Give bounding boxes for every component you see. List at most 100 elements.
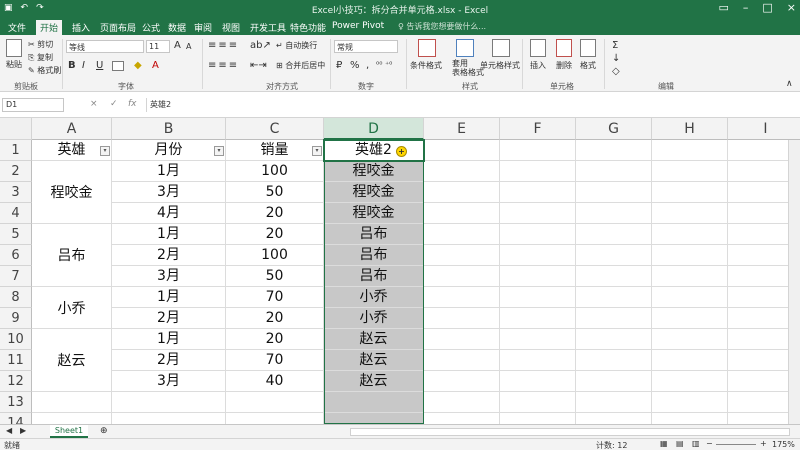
zoom-out-button[interactable]: − — [706, 439, 713, 448]
format-button[interactable]: 格式 — [580, 60, 596, 71]
cell-h10[interactable] — [652, 329, 728, 350]
cell-a13[interactable] — [32, 392, 112, 413]
cell-g8[interactable] — [576, 287, 652, 308]
formula-input[interactable]: 英雄2 — [146, 98, 796, 112]
cell-e8[interactable] — [424, 287, 500, 308]
decimal-icon[interactable]: ⁰⁰ ⁺⁰ — [376, 60, 392, 69]
cell-b9[interactable]: 2月 — [112, 308, 226, 329]
row-header-9[interactable]: 9 — [0, 308, 32, 329]
cell-h2[interactable] — [652, 161, 728, 182]
orientation-icon[interactable]: ab↗ — [250, 40, 271, 51]
cell-e12[interactable] — [424, 371, 500, 392]
cell-g9[interactable] — [576, 308, 652, 329]
cell-d5[interactable]: 吕布 — [324, 224, 424, 245]
row-header-13[interactable]: 13 — [0, 392, 32, 413]
add-sheet-button[interactable]: ⊕ — [100, 426, 108, 436]
cell-f14[interactable] — [500, 413, 576, 424]
cell-e2[interactable] — [424, 161, 500, 182]
cell-f12[interactable] — [500, 371, 576, 392]
cell-d10[interactable]: 赵云 — [324, 329, 424, 350]
column-header-f[interactable]: F — [500, 118, 576, 140]
cell-b5[interactable]: 1月 — [112, 224, 226, 245]
cell-e5[interactable] — [424, 224, 500, 245]
filter-dropdown-icon[interactable]: ▾ — [100, 146, 110, 156]
italic-button[interactable]: I — [82, 60, 85, 71]
format-painter-button[interactable]: ✎ 格式刷 — [28, 65, 61, 76]
cell-f4[interactable] — [500, 203, 576, 224]
cell-e9[interactable] — [424, 308, 500, 329]
cell-f3[interactable] — [500, 182, 576, 203]
cell-d1[interactable]: 英雄2 — [324, 140, 424, 161]
select-all-button[interactable] — [0, 118, 32, 140]
cell-c3[interactable]: 50 — [226, 182, 324, 203]
conditional-format-button[interactable]: 条件格式 — [410, 60, 442, 71]
cell-g7[interactable] — [576, 266, 652, 287]
cell-f10[interactable] — [500, 329, 576, 350]
wrap-text-button[interactable]: ↵ 自动换行 — [276, 40, 317, 51]
cell-c12[interactable]: 40 — [226, 371, 324, 392]
column-header-g[interactable]: G — [576, 118, 652, 140]
cell-e14[interactable] — [424, 413, 500, 424]
cell-g2[interactable] — [576, 161, 652, 182]
cell-h6[interactable] — [652, 245, 728, 266]
cell-c1[interactable]: 销量 — [226, 140, 324, 161]
cell-e4[interactable] — [424, 203, 500, 224]
insert-function-button[interactable]: fx — [128, 99, 137, 109]
row-header-2[interactable]: 2 — [0, 161, 32, 182]
cell-g13[interactable] — [576, 392, 652, 413]
merged-cell-a2-a4[interactable]: 程咬金 — [32, 161, 112, 224]
cell-f7[interactable] — [500, 266, 576, 287]
font-color-icon[interactable]: A — [152, 60, 159, 71]
tab-file[interactable]: 文件 — [4, 20, 30, 35]
column-header-d[interactable]: D — [324, 118, 424, 140]
paste-icon[interactable] — [6, 39, 22, 57]
cell-e6[interactable] — [424, 245, 500, 266]
cell-styles-icon[interactable] — [492, 39, 510, 57]
cell-f2[interactable] — [500, 161, 576, 182]
cell-d3[interactable]: 程咬金 — [324, 182, 424, 203]
cell-b6[interactable]: 2月 — [112, 245, 226, 266]
align-left-icon[interactable]: ≡≡≡ — [208, 60, 239, 71]
bold-button[interactable]: B — [68, 60, 76, 71]
cell-d8[interactable]: 小乔 — [324, 287, 424, 308]
cell-c8[interactable]: 70 — [226, 287, 324, 308]
autosum-icon[interactable]: Σ — [612, 40, 618, 51]
enter-formula-button[interactable]: ✓ — [110, 99, 118, 109]
cell-f1[interactable] — [500, 140, 576, 161]
cell-b13[interactable] — [112, 392, 226, 413]
row-header-14[interactable]: 14 — [0, 413, 32, 424]
delete-cells-icon[interactable] — [556, 39, 572, 57]
paste-button[interactable]: 粘贴 — [6, 59, 22, 70]
cell-d13[interactable] — [324, 392, 424, 413]
cell-b7[interactable]: 3月 — [112, 266, 226, 287]
column-header-i[interactable]: I — [728, 118, 800, 140]
name-box[interactable]: D1 — [2, 98, 64, 112]
tab-review[interactable]: 审阅 — [190, 20, 216, 35]
cell-g1[interactable] — [576, 140, 652, 161]
tab-power-pivot[interactable]: Power Pivot — [328, 20, 388, 35]
conditional-format-icon[interactable] — [418, 39, 436, 57]
sheet-tab-sheet1[interactable]: Sheet1 — [50, 425, 88, 438]
cell-d12[interactable]: 赵云 — [324, 371, 424, 392]
tell-me-search[interactable]: ♀ 告诉我您想要做什么... — [398, 21, 486, 32]
collapse-ribbon-icon[interactable]: ∧ — [786, 79, 793, 89]
normal-view-icon[interactable]: ▦ — [660, 439, 668, 448]
cell-d14[interactable] — [324, 413, 424, 424]
number-format-select[interactable]: 常规 — [334, 40, 398, 53]
clear-icon[interactable]: ◇ — [612, 66, 620, 77]
row-header-8[interactable]: 8 — [0, 287, 32, 308]
cell-g5[interactable] — [576, 224, 652, 245]
cell-d11[interactable]: 赵云 — [324, 350, 424, 371]
cell-h13[interactable] — [652, 392, 728, 413]
cell-f9[interactable] — [500, 308, 576, 329]
cell-e13[interactable] — [424, 392, 500, 413]
delete-button[interactable]: 删除 — [556, 60, 572, 71]
currency-icon[interactable]: ₽ — [336, 60, 342, 71]
font-size-select[interactable]: 11 — [146, 40, 170, 53]
cell-c6[interactable]: 100 — [226, 245, 324, 266]
cell-d7[interactable]: 吕布 — [324, 266, 424, 287]
format-cells-icon[interactable] — [580, 39, 596, 57]
minimize-icon[interactable]: – — [743, 1, 749, 14]
cell-d6[interactable]: 吕布 — [324, 245, 424, 266]
cell-b8[interactable]: 1月 — [112, 287, 226, 308]
